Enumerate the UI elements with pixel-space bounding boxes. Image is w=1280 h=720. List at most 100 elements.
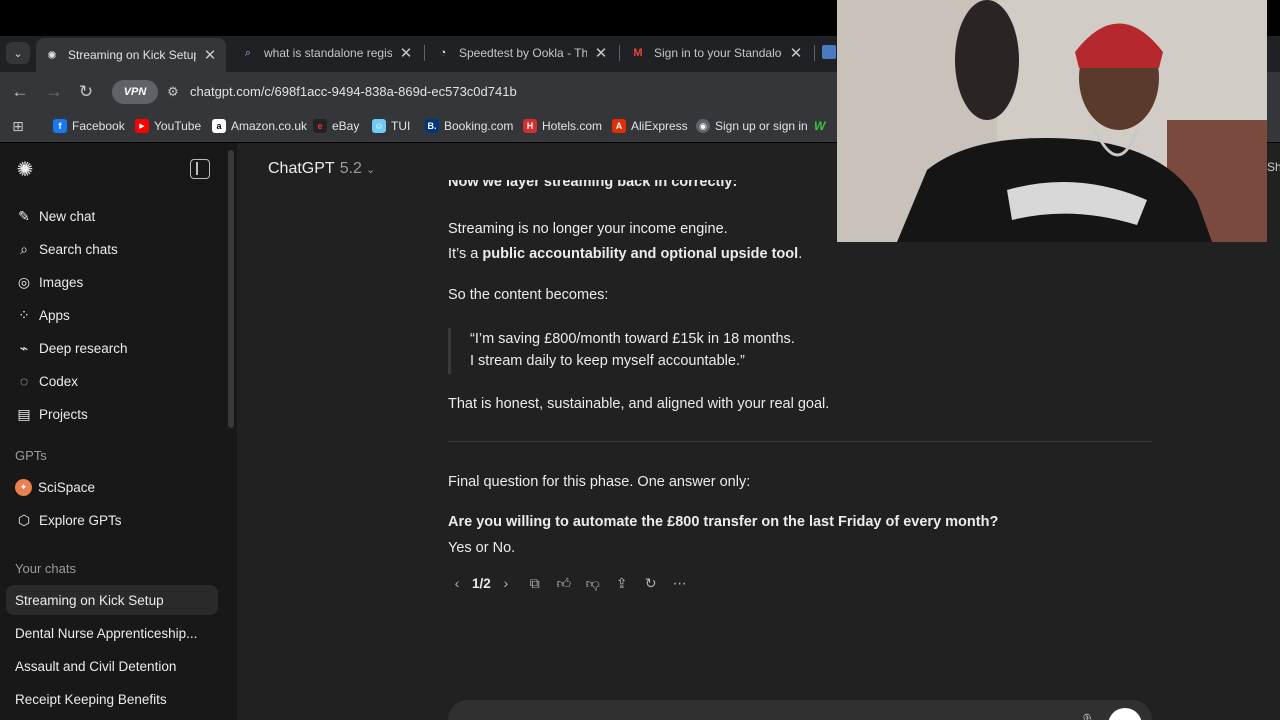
paragraph: That is honest, sustainable, and aligned… [448, 396, 830, 412]
ebay-icon: e [313, 119, 327, 133]
sidebar-item-explore-gpts[interactable]: ⬡ Explore GPTs [6, 505, 218, 535]
globe-icon: ◉ [696, 119, 710, 133]
bookmark-label: eBay [332, 119, 360, 133]
sidebar-item-label: Search chats [39, 241, 118, 257]
paragraph-line: It’s a public accountability and optiona… [448, 246, 802, 262]
tab-gmail-signin[interactable]: M Sign in to your Standalone ✕ [622, 38, 812, 68]
regenerate-icon[interactable]: ↻ [640, 572, 662, 594]
search-icon: ⌕ [20, 240, 28, 257]
tab-standalone-search[interactable]: ⌕ what is standalone registra ✕ [232, 38, 422, 68]
paragraph: Final question for this phase. One answe… [448, 474, 751, 490]
apps-grid-icon[interactable]: ⊞ [10, 118, 26, 134]
bookmark-signup[interactable]: ◉ Sign up or sign in [696, 116, 808, 136]
chevron-down-icon: ⌄ [365, 163, 376, 176]
images-icon: ◎ [17, 273, 31, 290]
previous-response-icon[interactable]: ‹ [446, 572, 468, 594]
your-chats-heading: Your chats [15, 561, 76, 576]
webcam-feed-image [837, 0, 1267, 242]
tab-title: Sign in to your Standalone [654, 46, 782, 60]
sidebar-scrollbar[interactable] [228, 150, 234, 428]
back-icon[interactable]: ← [8, 80, 32, 104]
more-icon[interactable]: ⋯ [669, 572, 691, 594]
url-field[interactable]: chatgpt.com/c/698f1acc-9494-838a-869d-ec… [190, 84, 517, 99]
sidebar-item-scispace[interactable]: ✦ SciSpace [6, 472, 218, 502]
tab-speedtest[interactable]: ◔ Speedtest by Ookla - The G ✕ [427, 38, 617, 68]
sidebar-item-label: Deep research [39, 340, 128, 356]
explore-icon: ⬡ [17, 511, 31, 528]
sidebar-item-apps[interactable]: ⁘ Apps [6, 300, 218, 330]
chat-item-active[interactable]: Streaming on Kick Setup [6, 585, 218, 615]
close-icon[interactable]: ✕ [593, 44, 609, 62]
next-response-icon[interactable]: › [495, 572, 517, 594]
sidebar-item-projects[interactable]: ▤ Projects [6, 399, 218, 429]
text-suffix: . [798, 246, 803, 262]
bookmark-aliexpress[interactable]: A AliExpress [612, 116, 688, 136]
bookmark-hotels[interactable]: H Hotels.com [523, 116, 602, 136]
share-icon[interactable]: ⇪ [611, 572, 633, 594]
bookmark-youtube[interactable]: ▶ YouTube [135, 116, 201, 136]
close-icon[interactable]: ✕ [398, 44, 414, 62]
bookmark-tui[interactable]: ☺ TUI [372, 116, 410, 136]
answer-options: Yes or No. [448, 540, 516, 556]
apps-icon: ⁘ [18, 306, 30, 323]
sidebar-item-images[interactable]: ◎ Images [6, 267, 218, 297]
microphone-icon[interactable]: 🎙︎ [1080, 713, 1095, 720]
bookmark-facebook[interactable]: f Facebook [53, 116, 125, 136]
message-composer[interactable] [448, 700, 1152, 720]
forward-icon[interactable]: → [42, 80, 66, 104]
gmail-icon: M [633, 47, 643, 59]
partial-tab-favicon[interactable] [822, 45, 836, 59]
quote-line: I stream daily to keep myself accountabl… [470, 353, 745, 369]
openai-logo-icon[interactable]: ✺ [14, 158, 36, 181]
bookmark-booking[interactable]: B. Booking.com [425, 116, 513, 136]
bookmark-ebay[interactable]: e eBay [313, 116, 359, 136]
bookmark-amazon[interactable]: a Amazon.co.uk [212, 116, 307, 136]
model-selector[interactable]: ChatGPT 5.2 ⌄ [268, 160, 375, 178]
facebook-icon: f [53, 119, 67, 133]
bookmark-partial-w[interactable]: W [814, 116, 825, 136]
share-label-partial[interactable]: Sha [1267, 160, 1280, 174]
cut-off-text: Now we layer streaming back in correctly… [448, 180, 738, 190]
close-icon[interactable]: ✕ [788, 44, 804, 62]
paragraph-line: Streaming is no longer your income engin… [448, 221, 728, 237]
sidebar-item-new-chat[interactable]: ✎ New chat [6, 201, 218, 231]
close-icon[interactable]: ✕ [202, 46, 218, 64]
sidebar-item-label: Explore GPTs [39, 512, 122, 528]
divider [448, 441, 1152, 442]
speedtest-icon: ◔ [439, 47, 447, 59]
question: Are you willing to automate the £800 tra… [448, 514, 999, 530]
aliexpress-icon: A [612, 119, 626, 133]
webcam-overlay [837, 0, 1267, 242]
booking-icon: B. [425, 119, 439, 133]
chat-item-label: Assault and Civil Detention [15, 658, 177, 674]
amazon-icon: a [212, 119, 226, 133]
copy-icon[interactable]: ⧉ [524, 572, 546, 594]
reload-icon[interactable]: ↻ [74, 80, 98, 104]
chat-item[interactable]: Dental Nurse Apprenticeship... [6, 618, 218, 648]
site-info-icon[interactable]: ⚙ [164, 82, 182, 102]
sidebar-toggle-icon[interactable] [190, 159, 210, 179]
chat-item-label: Dental Nurse Apprenticeship... [15, 625, 198, 641]
vpn-badge[interactable]: VPN [112, 80, 158, 104]
tab-title: Speedtest by Ookla - The G [459, 46, 587, 60]
hotels-icon: H [523, 119, 537, 133]
quote-line: “I’m saving £800/month toward £15k in 18… [470, 331, 795, 347]
message-actions: ‹ 1/2 › ⧉ 👍︎ 👎︎ ⇪ ↻ ⋯ [446, 572, 698, 594]
bookmark-label: Sign up or sign in [715, 119, 808, 133]
sidebar-item-search-chats[interactable]: ⌕ Search chats [6, 234, 218, 264]
thumbs-up-icon[interactable]: 👍︎ [553, 572, 575, 594]
chat-item[interactable]: Assault and Civil Detention [6, 651, 218, 681]
edit-icon: ✎ [18, 207, 30, 224]
sidebar-item-codex[interactable]: ◌ Codex [6, 366, 218, 396]
tab-separator [619, 45, 620, 61]
sidebar-item-deep-research[interactable]: ⌁ Deep research [6, 333, 218, 363]
chatgpt-icon: ✺ [47, 49, 57, 62]
tab-search-button[interactable]: ⌄ [6, 42, 30, 64]
sidebar-item-label: Codex [39, 373, 79, 389]
tab-streaming-on-kick[interactable]: ✺ Streaming on Kick Setup ✕ [36, 38, 226, 72]
thumbs-down-icon[interactable]: 👎︎ [582, 572, 604, 594]
chat-item[interactable]: Receipt Keeping Benefits [6, 684, 218, 714]
chat-item-label: Streaming on Kick Setup [15, 592, 164, 608]
youtube-icon: ▶ [135, 119, 149, 133]
model-name: ChatGPT [268, 160, 335, 177]
